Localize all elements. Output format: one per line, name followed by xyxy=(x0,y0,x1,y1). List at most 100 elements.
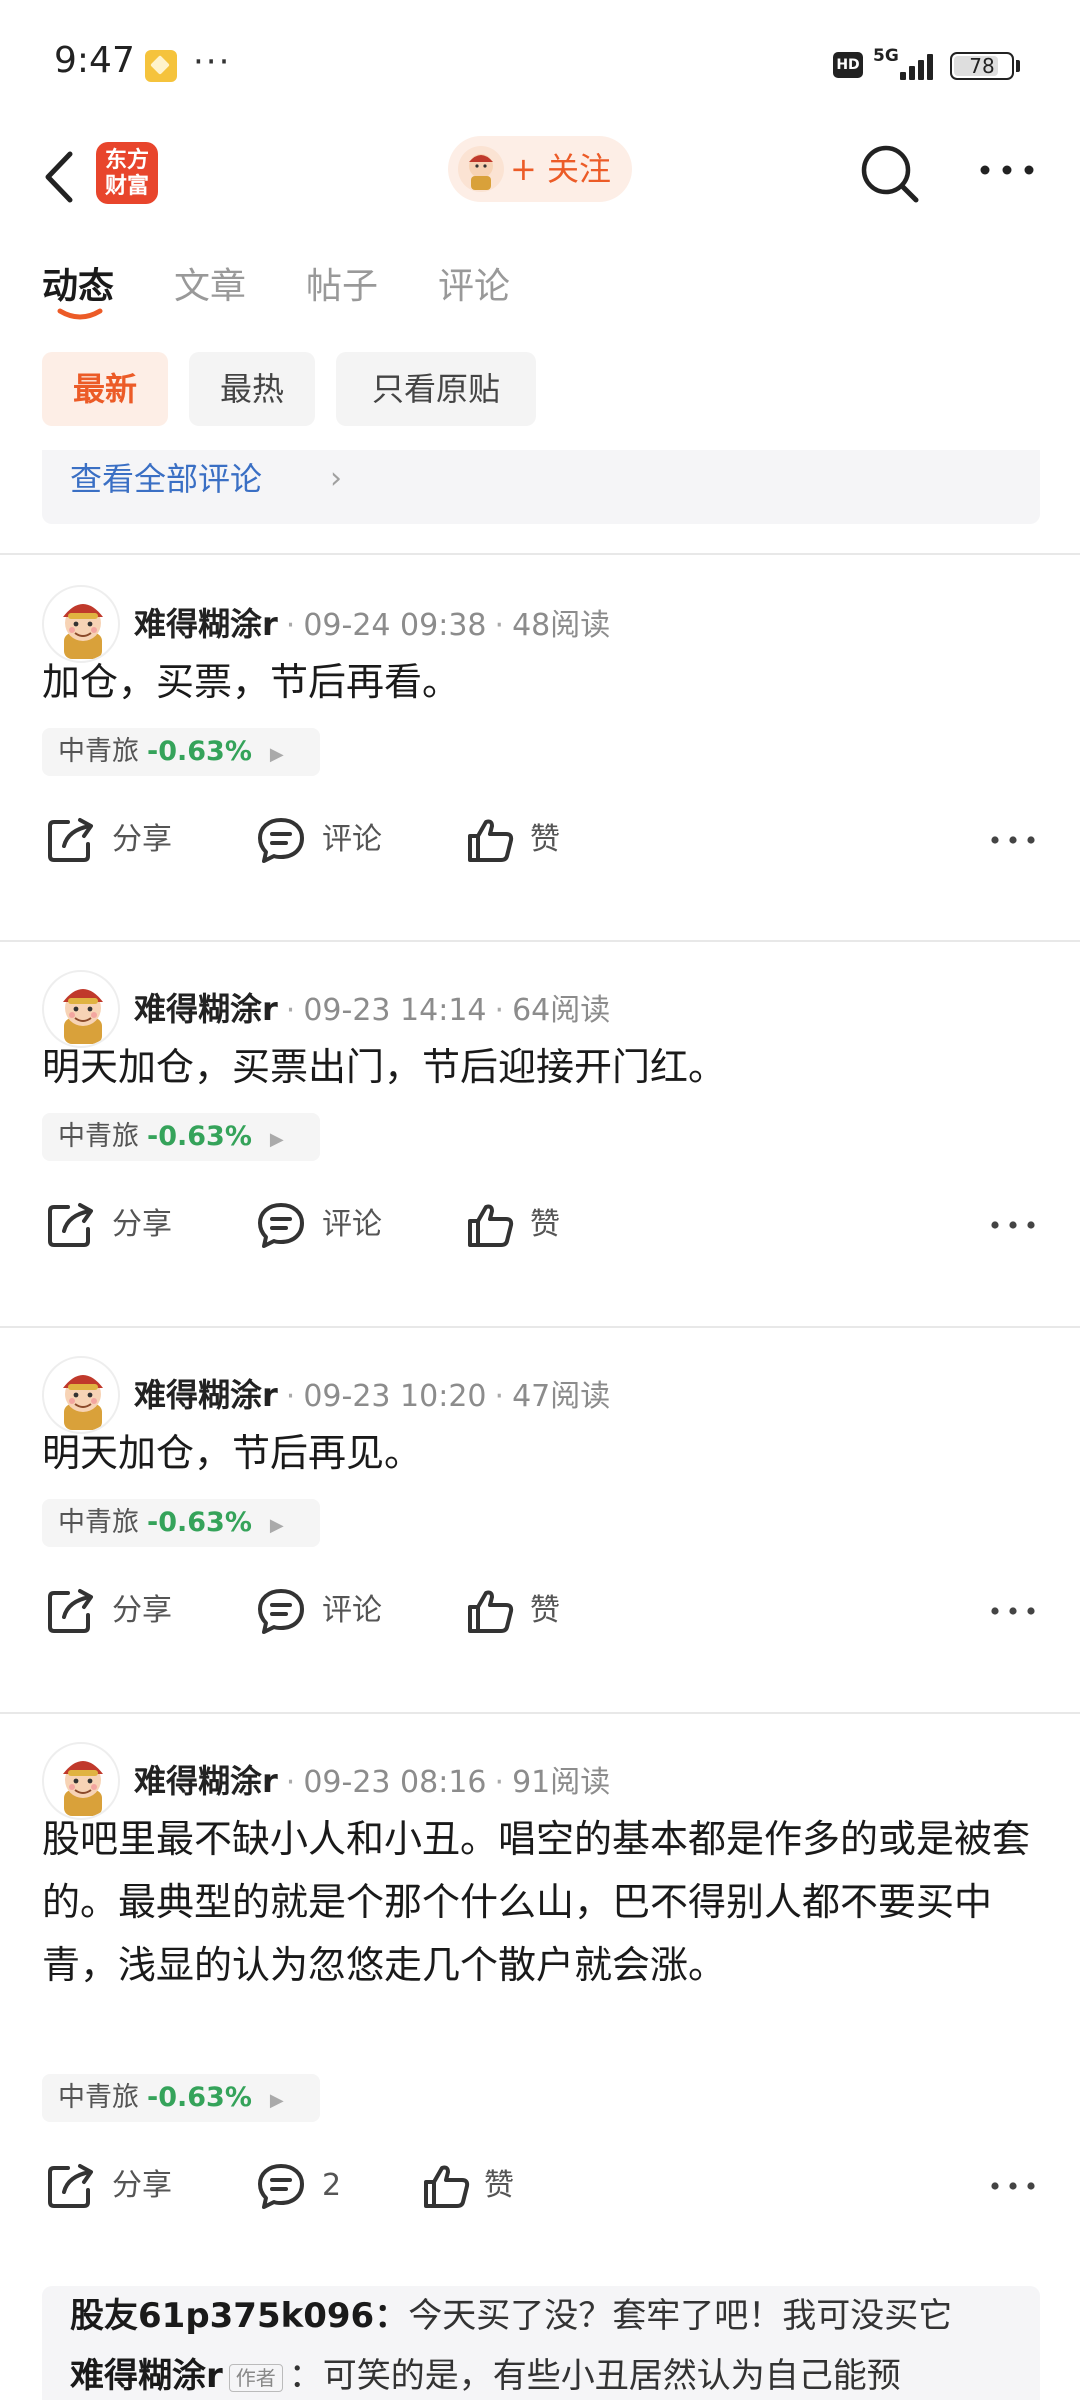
share-icon xyxy=(48,2164,93,2208)
tab-comments[interactable]: 评论 xyxy=(438,257,510,309)
post-meta: 难得糊涂r · 09-23 08:16 · 91阅读 xyxy=(134,1759,610,1803)
comment-line: 难得糊涂r 作者 ：可笑的是，有些小丑居然认为自己能预 xyxy=(70,2346,901,2400)
comment-button[interactable]: 评论 xyxy=(256,1581,396,1641)
post-text[interactable]: 加仓，买票，节后再看。 xyxy=(42,651,1042,714)
stock-change: -0.63% xyxy=(147,736,252,767)
network-type: 5G xyxy=(873,46,899,66)
follow-button[interactable]: + 关注 xyxy=(448,136,632,202)
post-text[interactable]: 明天加仓，买票出门，节后迎接开门红。 xyxy=(42,1036,1042,1099)
more-button[interactable] xyxy=(978,160,1036,180)
filter-original-only[interactable]: 只看原贴 xyxy=(336,352,536,426)
post-meta: 难得糊涂r · 09-23 10:20 · 47阅读 xyxy=(134,1373,610,1417)
meta-separator: · xyxy=(494,993,505,1028)
like-button[interactable]: 赞 xyxy=(466,810,586,870)
comment-label: 2 xyxy=(322,2168,342,2203)
stock-tag[interactable]: 中青旅 -0.63% ▶ xyxy=(42,728,320,776)
post-actions: 分享 评论 赞 xyxy=(0,1195,1080,1255)
stock-name: 中青旅 xyxy=(58,1121,139,1152)
meta-separator: · xyxy=(494,608,505,643)
post-username[interactable]: 难得糊涂r xyxy=(134,605,278,643)
divider xyxy=(0,940,1080,942)
back-icon xyxy=(45,151,73,203)
comment-button[interactable]: 评论 xyxy=(256,810,396,870)
share-icon xyxy=(48,818,93,862)
post-more-button[interactable] xyxy=(990,830,1036,850)
share-button[interactable]: 分享 xyxy=(46,1581,186,1641)
post-username[interactable]: 难得糊涂r xyxy=(134,990,278,1028)
post-text[interactable]: 股吧里最不缺小人和小丑。唱空的基本都是作多的或是被套的。最典型的就是个那个什么山… xyxy=(42,1808,1042,1997)
play-arrow-icon: ▶ xyxy=(269,1515,284,1536)
share-label: 分享 xyxy=(112,2168,172,2203)
comment-user[interactable]: 股友61p375k096： xyxy=(70,2296,408,2336)
play-arrow-icon: ▶ xyxy=(269,2090,284,2111)
app-logo[interactable]: 东方 财富 xyxy=(96,142,158,204)
active-tab-indicator xyxy=(57,308,103,320)
meta-separator: · xyxy=(285,1379,296,1414)
comment-user[interactable]: 难得糊涂r xyxy=(70,2356,223,2396)
status-more-dots: ··· xyxy=(193,42,232,82)
comment-text: 今天买了没？套牢了吧！我可没买它 xyxy=(408,2296,953,2336)
post-more-button[interactable] xyxy=(990,2176,1036,2196)
share-label: 分享 xyxy=(112,822,172,857)
post-username[interactable]: 难得糊涂r xyxy=(134,1376,278,1414)
more-icon xyxy=(991,2182,1035,2190)
stock-change: -0.63% xyxy=(147,1507,252,1538)
battery-icon: 78 xyxy=(950,52,1014,80)
post-username[interactable]: 难得糊涂r xyxy=(134,1762,278,1800)
search-button[interactable] xyxy=(858,138,922,208)
like-button[interactable]: 赞 xyxy=(422,2156,542,2216)
share-label: 分享 xyxy=(112,1207,172,1242)
stock-name: 中青旅 xyxy=(58,736,139,767)
more-icon xyxy=(991,836,1035,844)
tab-dynamic[interactable]: 动态 xyxy=(42,257,114,309)
play-arrow-icon: ▶ xyxy=(269,744,284,765)
post-read-count: 47阅读 xyxy=(512,1379,611,1414)
like-label: 赞 xyxy=(530,1593,560,1628)
like-button[interactable]: 赞 xyxy=(466,1581,586,1641)
comment-preview[interactable]: 股友61p375k096：今天买了没？套牢了吧！我可没买它 难得糊涂r 作者 ：可笑… xyxy=(42,2286,1040,2400)
meta-separator: · xyxy=(285,993,296,1028)
comment-label: 评论 xyxy=(322,822,382,857)
post-read-count: 48阅读 xyxy=(512,608,611,643)
comment-icon xyxy=(258,2164,304,2209)
post-time: 09-23 14:14 xyxy=(303,993,487,1028)
tab-articles[interactable]: 文章 xyxy=(174,257,246,309)
meta-separator: · xyxy=(494,1379,505,1414)
status-time: 9:47 xyxy=(54,40,135,81)
filter-hottest[interactable]: 最热 xyxy=(189,352,315,426)
filter-latest[interactable]: 最新 xyxy=(42,352,168,426)
post-text[interactable]: 明天加仓，节后再见。 xyxy=(42,1422,1042,1485)
tab-posts[interactable]: 帖子 xyxy=(306,257,378,309)
meta-separator: · xyxy=(285,1765,296,1800)
hd-icon: HD xyxy=(833,52,863,78)
battery-level: 78 xyxy=(969,54,995,78)
share-button[interactable]: 分享 xyxy=(46,1195,186,1255)
share-icon xyxy=(48,1589,93,1633)
play-arrow-icon: ▶ xyxy=(269,1129,284,1150)
stock-change: -0.63% xyxy=(147,2082,252,2113)
like-button[interactable]: 赞 xyxy=(466,1195,586,1255)
comment-button[interactable]: 2 xyxy=(256,2156,396,2216)
stock-tag[interactable]: 中青旅 -0.63% ▶ xyxy=(42,1499,320,1547)
post-actions: 分享 2 赞 xyxy=(0,2156,1080,2216)
post-more-button[interactable] xyxy=(990,1601,1036,1621)
status-bar: 9:47 ··· HD 5G 78 xyxy=(0,0,1080,130)
post-actions: 分享 评论 赞 xyxy=(0,810,1080,870)
share-icon xyxy=(48,1203,93,1247)
stock-tag[interactable]: 中青旅 -0.63% ▶ xyxy=(42,1113,320,1161)
stock-tag[interactable]: 中青旅 -0.63% ▶ xyxy=(42,2074,320,2122)
back-button[interactable] xyxy=(36,140,86,210)
share-button[interactable]: 分享 xyxy=(46,810,186,870)
post-actions: 分享 评论 赞 xyxy=(0,1581,1080,1641)
share-button[interactable]: 分享 xyxy=(46,2156,186,2216)
post-time: 09-24 09:38 xyxy=(303,608,487,643)
view-all-comments-panel: 查看全部评论 › xyxy=(42,450,1040,524)
meta-separator: · xyxy=(285,608,296,643)
post-meta: 难得糊涂r · 09-24 09:38 · 48阅读 xyxy=(134,602,610,646)
sort-filters: 最新 最热 只看原贴 xyxy=(0,352,1080,428)
comment-button[interactable]: 评论 xyxy=(256,1195,396,1255)
view-all-comments-link[interactable]: 查看全部评论 xyxy=(70,450,262,508)
comment-icon xyxy=(258,818,304,863)
post-read-count: 91阅读 xyxy=(512,1765,611,1800)
post-more-button[interactable] xyxy=(990,1215,1036,1235)
